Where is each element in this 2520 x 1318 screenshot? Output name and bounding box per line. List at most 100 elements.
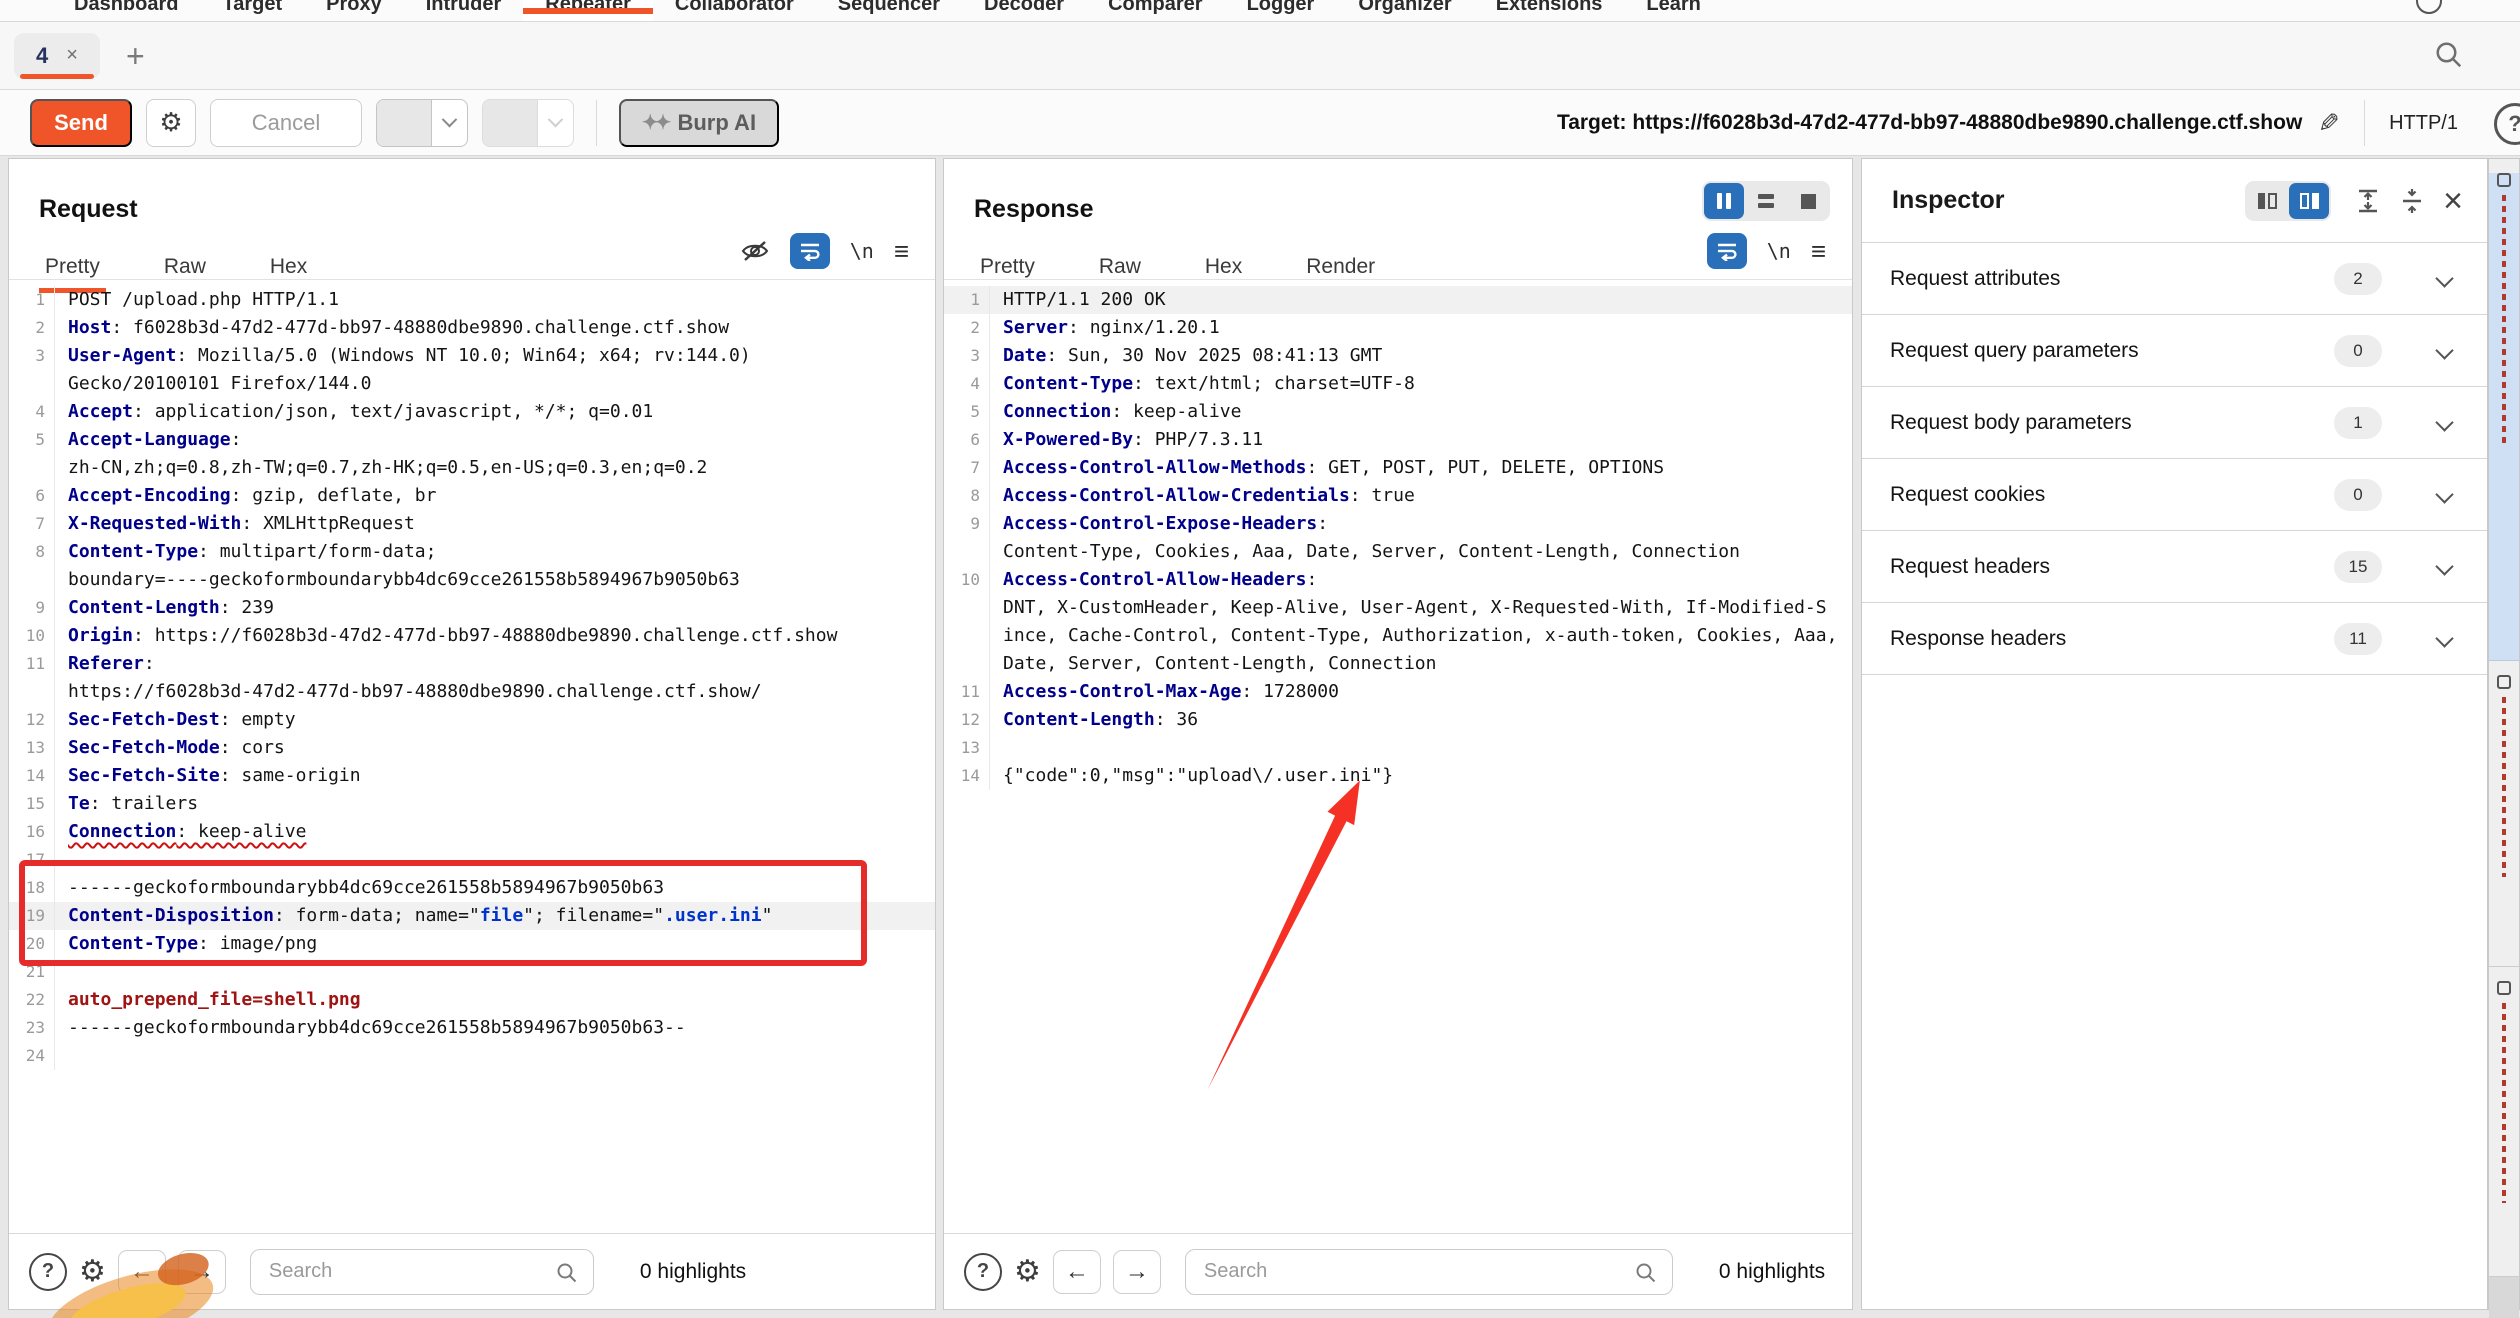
- editor-line[interactable]: 3Date: Sun, 30 Nov 2025 08:41:13 GMT: [944, 342, 1852, 370]
- word-wrap-icon[interactable]: [1707, 233, 1747, 269]
- send-settings-button[interactable]: ⚙: [146, 99, 196, 147]
- editor-line[interactable]: 9Access-Control-Expose-Headers:: [944, 510, 1852, 538]
- collapse-all-icon[interactable]: [2399, 188, 2425, 214]
- chevron-down-icon[interactable]: [2435, 413, 2453, 431]
- back-dropdown[interactable]: [431, 100, 467, 146]
- send-button[interactable]: Send: [30, 99, 132, 147]
- menu-item-organizer[interactable]: Organizer: [1336, 0, 1473, 22]
- editor-line[interactable]: 7X-Requested-With: XMLHttpRequest: [9, 510, 935, 538]
- close-icon[interactable]: ×: [2443, 184, 2463, 218]
- search-input[interactable]: [1186, 1260, 1672, 1283]
- inspector-section-request-query-parameters[interactable]: Request query parameters0: [1862, 315, 2487, 387]
- editor-line[interactable]: 18------geckoformboundarybb4dc69cce26155…: [9, 874, 935, 902]
- layout-rows-button[interactable]: [1746, 183, 1786, 219]
- editor-line[interactable]: 1POST /upload.php HTTP/1.1: [9, 286, 935, 314]
- editor-line[interactable]: 8Content-Type: multipart/form-data;: [9, 538, 935, 566]
- chevron-down-icon[interactable]: [2435, 341, 2453, 359]
- editor-line[interactable]: 8Access-Control-Allow-Credentials: true: [944, 482, 1852, 510]
- history-back-split-button[interactable]: ‹: [376, 99, 468, 147]
- burp-ai-button[interactable]: ✦✦ Burp AI: [619, 99, 779, 147]
- editor-line[interactable]: 7Access-Control-Allow-Methods: GET, POST…: [944, 454, 1852, 482]
- inspector-section-response-headers[interactable]: Response headers11: [1862, 603, 2487, 675]
- editor-line[interactable]: 2Server: nginx/1.20.1: [944, 314, 1852, 342]
- account-icon[interactable]: [2416, 0, 2442, 14]
- repeater-tab-4[interactable]: 4 ×: [14, 33, 100, 79]
- editor-line[interactable]: 15Te: trailers: [9, 790, 935, 818]
- editor-line[interactable]: 21: [9, 958, 935, 986]
- editor-menu-icon[interactable]: ≡: [894, 236, 909, 267]
- response-editor[interactable]: 1HTTP/1.1 200 OK2Server: nginx/1.20.13Da…: [944, 280, 1852, 1233]
- editor-line[interactable]: 5Accept-Language:: [9, 426, 935, 454]
- chevron-down-icon[interactable]: [2435, 485, 2453, 503]
- editor-line[interactable]: 14Sec-Fetch-Site: same-origin: [9, 762, 935, 790]
- inspector-section-request-headers[interactable]: Request headers15: [1862, 531, 2487, 603]
- editor-line[interactable]: 20Content-Type: image/png: [9, 930, 935, 958]
- editor-line[interactable]: 11Access-Control-Max-Age: 1728000: [944, 678, 1852, 706]
- hide-nonprintable-icon[interactable]: [740, 238, 770, 264]
- request-editor[interactable]: 1POST /upload.php HTTP/1.12Host: f6028b3…: [9, 280, 935, 1233]
- layout-columns-button[interactable]: [1704, 183, 1744, 219]
- editor-line[interactable]: https://f6028b3d-47d2-477d-bb97-48880dbe…: [9, 678, 935, 706]
- sidebar-vertical-tab[interactable]: [2489, 981, 2519, 1277]
- response-search-box[interactable]: [1185, 1249, 1673, 1295]
- editor-line[interactable]: 12Sec-Fetch-Dest: empty: [9, 706, 935, 734]
- show-newlines-icon[interactable]: \n: [1767, 239, 1791, 263]
- menu-item-collaborator[interactable]: Collaborator: [653, 0, 816, 22]
- menu-item-dashboard[interactable]: Dashboard: [52, 0, 200, 22]
- editor-line[interactable]: 16Connection: keep-alive: [9, 818, 935, 846]
- edit-target-icon[interactable]: ✎: [2318, 108, 2340, 139]
- next-match-button[interactable]: →: [1113, 1250, 1161, 1294]
- help-icon[interactable]: ?: [2494, 103, 2520, 145]
- editor-line[interactable]: zh-CN,zh;q=0.8,zh-TW;q=0.7,zh-HK;q=0.5,e…: [9, 454, 935, 482]
- back-icon[interactable]: ‹: [377, 100, 431, 147]
- editor-line[interactable]: 10Origin: https://f6028b3d-47d2-477d-bb9…: [9, 622, 935, 650]
- sidebar-vertical-tab-active[interactable]: [2489, 173, 2519, 661]
- tab-close-icon[interactable]: ×: [66, 44, 78, 67]
- editor-line[interactable]: 24: [9, 1042, 935, 1070]
- menu-item-target[interactable]: Target: [200, 0, 304, 22]
- editor-line[interactable]: 9Content-Length: 239: [9, 594, 935, 622]
- editor-line[interactable]: 14{"code":0,"msg":"upload\/.user.ini"}: [944, 762, 1852, 790]
- menu-item-sequencer[interactable]: Sequencer: [816, 0, 962, 22]
- editor-line[interactable]: boundary=----geckoformboundarybb4dc69cce…: [9, 566, 935, 594]
- editor-line[interactable]: 4Accept: application/json, text/javascri…: [9, 398, 935, 426]
- editor-line[interactable]: 23------geckoformboundarybb4dc69cce26155…: [9, 1014, 935, 1042]
- editor-line[interactable]: 11Referer:: [9, 650, 935, 678]
- inspector-dock-left-button[interactable]: [2247, 183, 2287, 219]
- menu-item-extensions[interactable]: Extensions: [1474, 0, 1625, 22]
- chevron-down-icon[interactable]: [2435, 557, 2453, 575]
- editor-line[interactable]: 12Content-Length: 36: [944, 706, 1852, 734]
- menu-item-comparer[interactable]: Comparer: [1086, 0, 1224, 22]
- expand-all-icon[interactable]: [2355, 188, 2381, 214]
- editor-line[interactable]: Gecko/20100101 Firefox/144.0: [9, 370, 935, 398]
- inspector-section-request-attributes[interactable]: Request attributes2: [1862, 243, 2487, 315]
- show-newlines-icon[interactable]: \n: [850, 239, 874, 263]
- inspector-section-request-cookies[interactable]: Request cookies0: [1862, 459, 2487, 531]
- editor-line[interactable]: DNT, X-CustomHeader, Keep-Alive, User-Ag…: [944, 594, 1852, 622]
- editor-line[interactable]: 17: [9, 846, 935, 874]
- editor-line[interactable]: 19Content-Disposition: form-data; name="…: [9, 902, 935, 930]
- editor-line[interactable]: 10Access-Control-Allow-Headers:: [944, 566, 1852, 594]
- editor-line[interactable]: 13: [944, 734, 1852, 762]
- search-input[interactable]: [251, 1260, 593, 1283]
- editor-menu-icon[interactable]: ≡: [1811, 236, 1826, 267]
- inspector-section-request-body-parameters[interactable]: Request body parameters1: [1862, 387, 2487, 459]
- add-tab-button[interactable]: +: [126, 40, 145, 72]
- editor-line[interactable]: 2Host: f6028b3d-47d2-477d-bb97-48880dbe9…: [9, 314, 935, 342]
- http-version-selector[interactable]: HTTP/1: [2389, 112, 2458, 135]
- editor-line[interactable]: 1HTTP/1.1 200 OK: [944, 286, 1852, 314]
- menu-item-logger[interactable]: Logger: [1225, 0, 1337, 22]
- editor-line[interactable]: Date, Server, Content-Length, Connection: [944, 650, 1852, 678]
- menu-item-intruder[interactable]: Intruder: [404, 0, 524, 22]
- help-icon[interactable]: ?: [29, 1253, 67, 1291]
- editor-line[interactable]: 6X-Powered-By: PHP/7.3.11: [944, 426, 1852, 454]
- inspector-dock-right-button[interactable]: [2289, 183, 2329, 219]
- editor-line[interactable]: 22auto_prepend_file=shell.png: [9, 986, 935, 1014]
- prev-match-button[interactable]: ←: [1053, 1250, 1101, 1294]
- chevron-down-icon[interactable]: [2435, 269, 2453, 287]
- cancel-button[interactable]: Cancel: [210, 99, 362, 147]
- word-wrap-icon[interactable]: [790, 233, 830, 269]
- editor-line[interactable]: Content-Type, Cookies, Aaa, Date, Server…: [944, 538, 1852, 566]
- gear-icon[interactable]: ⚙: [1014, 1257, 1041, 1287]
- history-forward-split-button[interactable]: ›: [482, 99, 574, 147]
